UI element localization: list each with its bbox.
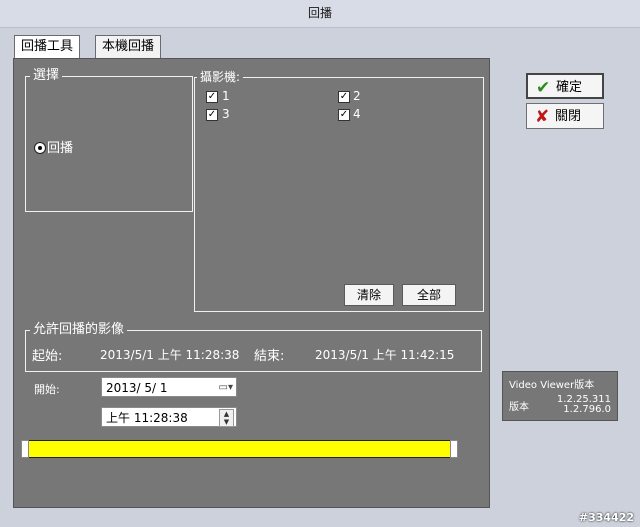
ok-button-label: 確定 (556, 80, 583, 95)
range-end-label: 結束: (254, 349, 285, 364)
calendar-dropdown-icon[interactable]: ▭▾ (219, 378, 233, 398)
playback-radio[interactable] (34, 142, 46, 154)
camera-3-checkbox[interactable]: ✓ (206, 109, 218, 121)
tab-playback-tools[interactable]: 回播工具 (14, 35, 81, 59)
camera-group-label: 攝影機: (197, 69, 244, 85)
select-all-button[interactable]: 全部 (402, 284, 456, 306)
tab-local-playback[interactable]: 本機回播 (95, 35, 162, 58)
camera-2-checkbox[interactable]: ✓ (338, 91, 350, 103)
select-group-label: 選擇 (30, 68, 63, 84)
camera-4-checkbox[interactable]: ✓ (338, 109, 350, 121)
allowed-range-label: 允許回播的影像 (30, 322, 128, 338)
version-box-title: Video Viewer版本 (509, 380, 595, 391)
time-spinner[interactable]: ▲ ▼ (219, 409, 234, 427)
start-date-value: 2013/ 5/ 1 (106, 381, 168, 395)
main-panel: 選擇 回播 攝影機: ✓ 1 ✓ 2 ✓ 3 ✓ 4 清除 全部 允許回播的影像… (13, 58, 490, 508)
range-start-label: 起始: (32, 349, 63, 364)
camera-group: 攝影機: ✓ 1 ✓ 2 ✓ 3 ✓ 4 清除 全部 (194, 69, 484, 312)
clear-button[interactable]: 清除 (344, 284, 394, 306)
ok-button[interactable]: ✔ 確定 (526, 73, 604, 99)
start-time-input[interactable]: 上午 11:28:38 ▲ ▼ (101, 407, 237, 427)
watermark: #334422 (578, 511, 634, 524)
range-end-value: 2013/5/1 上午 11:42:15 (315, 348, 455, 362)
close-icon: ✘ (535, 107, 550, 127)
select-group: 選擇 回播 (25, 68, 193, 212)
timeline-track[interactable] (21, 440, 458, 458)
camera-3-label: 3 (222, 107, 230, 121)
close-button-label: 關閉 (555, 109, 582, 124)
camera-4-label: 4 (353, 107, 361, 121)
start-time-value: 上午 11:28:38 (106, 411, 188, 425)
check-icon: ✔ (536, 78, 551, 98)
camera-1-checkbox[interactable]: ✓ (206, 91, 218, 103)
allowed-range-group: 允許回播的影像 起始: 2013/5/1 上午 11:28:38 結束: 201… (25, 322, 482, 372)
start-date-picker[interactable]: 2013/ 5/ 1 ▭▾ (101, 377, 237, 397)
start-label: 開始: (34, 383, 60, 396)
playback-radio-label: 回播 (47, 141, 74, 156)
timeline-left-handle[interactable] (21, 440, 29, 458)
range-start-value: 2013/5/1 上午 11:28:38 (100, 348, 240, 362)
version-2-value: 1.2.796.0 (563, 404, 611, 415)
version-label: 版本 (509, 402, 529, 413)
version-box: Video Viewer版本 版本 1.2.25.311 1.2.796.0 (502, 371, 618, 421)
window-title: 回播 (0, 0, 640, 28)
close-button[interactable]: ✘ 關閉 (526, 103, 604, 129)
camera-2-label: 2 (353, 89, 361, 103)
camera-1-label: 1 (222, 89, 230, 103)
timeline-right-handle[interactable] (450, 440, 458, 458)
